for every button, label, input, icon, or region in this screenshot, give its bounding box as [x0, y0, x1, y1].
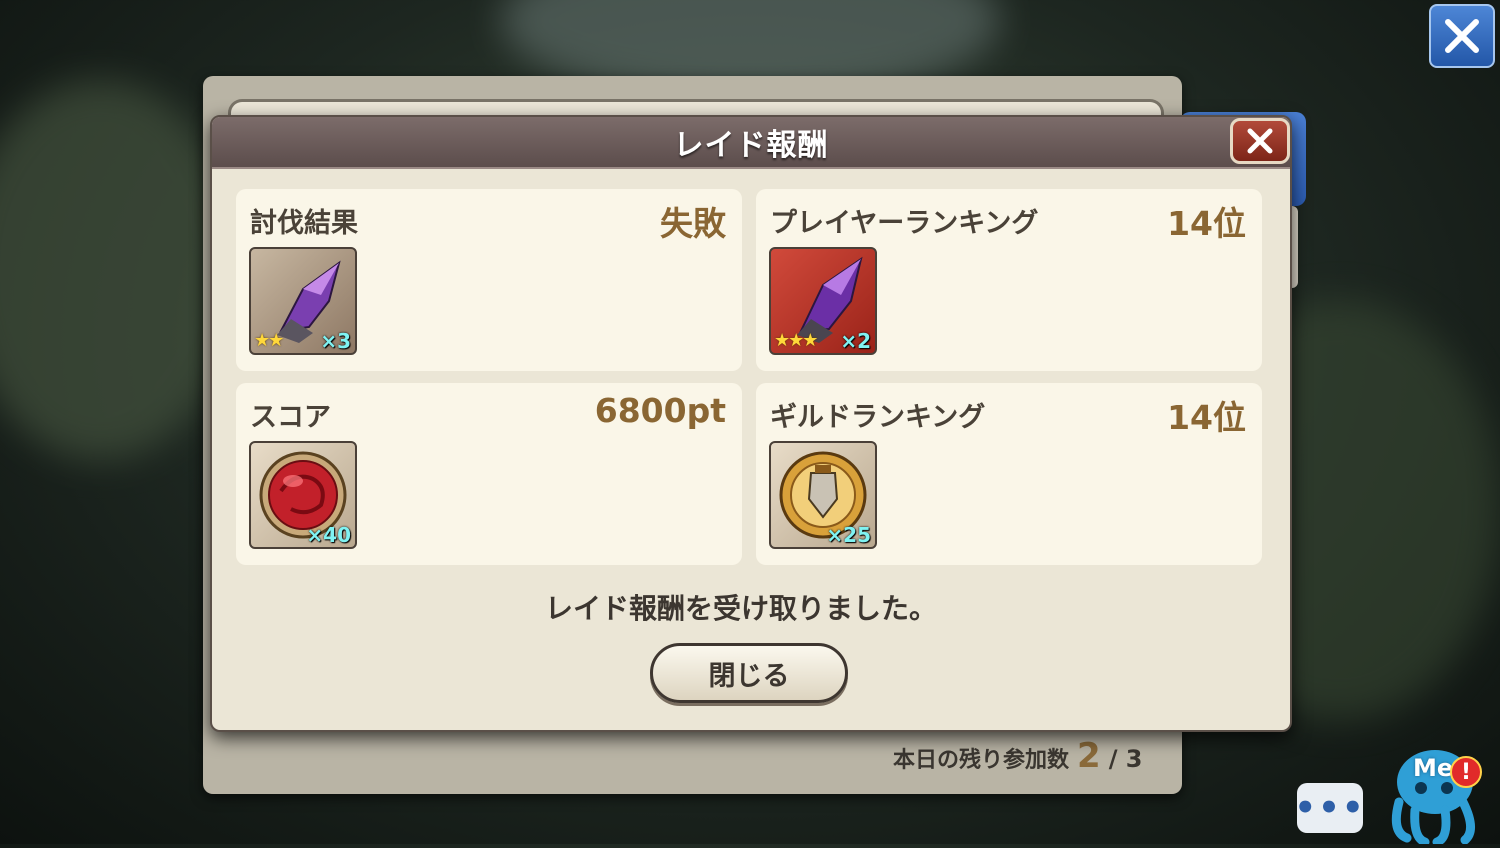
item-count: ×25: [826, 523, 871, 547]
panel-value: 失敗: [660, 204, 726, 243]
remaining-entries: 本日の残り参加数 2 / 3: [893, 736, 1143, 776]
reward-item[interactable]: ★★★ ×2: [769, 247, 877, 355]
item-count: ×40: [306, 523, 351, 547]
top-close-button[interactable]: [1429, 4, 1495, 68]
close-icon: [1445, 19, 1479, 53]
panel-title: プレイヤーランキング: [770, 208, 1039, 239]
item-count: ×2: [840, 329, 871, 353]
chat-button[interactable]: •••: [1294, 783, 1366, 833]
close-icon: [1247, 128, 1273, 154]
dialog-title: レイド報酬: [673, 128, 829, 163]
dialog-close-button[interactable]: [1230, 118, 1290, 164]
mascot-label: Me: [1413, 754, 1454, 782]
panel-value: 14位: [1167, 398, 1246, 437]
reward-item[interactable]: ×40: [249, 441, 357, 549]
panel-value: 6800pt: [594, 391, 726, 430]
reward-message: レイド報酬を受け取りました。: [544, 592, 937, 625]
remaining-label: 本日の残り参加数: [893, 748, 1070, 773]
reward-panel-guild-ranking: ギルドランキング 14位 ×25: [756, 383, 1262, 565]
close-button[interactable]: 閉じる: [650, 643, 848, 703]
raid-reward-dialog: レイド報酬 討伐結果 失敗 ★★ ×3 プレイヤーランキング 14位 ★★★ ×…: [210, 115, 1292, 732]
mascot-menu-button[interactable]: Me: [1385, 742, 1493, 847]
remaining-total: / 3: [1108, 745, 1143, 773]
item-count: ×3: [320, 329, 351, 353]
panel-value: 14位: [1167, 204, 1246, 243]
reward-panel-result: 討伐結果 失敗 ★★ ×3: [236, 189, 742, 371]
dialog-header: レイド報酬: [212, 117, 1290, 169]
rarity-stars: ★★: [254, 330, 284, 351]
reward-panel-player-ranking: プレイヤーランキング 14位 ★★★ ×2: [756, 189, 1262, 371]
panel-title: ギルドランキング: [770, 402, 986, 433]
alert-badge: !: [1450, 756, 1482, 788]
panel-title: 討伐結果: [250, 208, 358, 239]
reward-panel-score: スコア 6800pt ×40: [236, 383, 742, 565]
remaining-value: 2: [1077, 736, 1101, 776]
panel-title: スコア: [250, 402, 331, 433]
chat-dots-icon: •••: [1294, 788, 1366, 828]
reward-item[interactable]: ×25: [769, 441, 877, 549]
rarity-stars: ★★★: [774, 330, 818, 351]
reward-item[interactable]: ★★ ×3: [249, 247, 357, 355]
